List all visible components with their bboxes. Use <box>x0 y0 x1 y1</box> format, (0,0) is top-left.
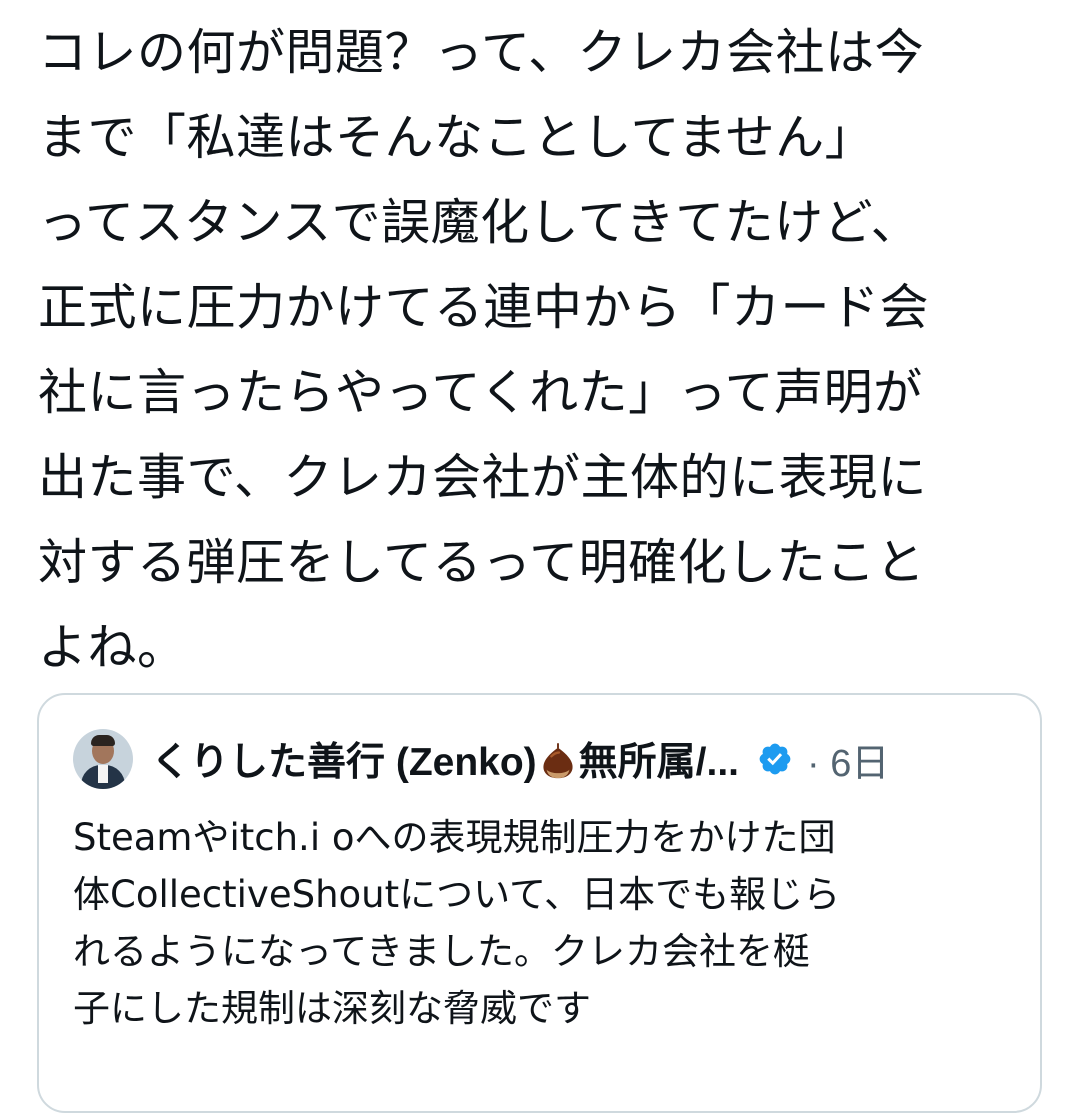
author-name-part1: くりした善行 (Zenko) <box>151 741 537 784</box>
timestamp[interactable]: · 6日 <box>807 732 889 787</box>
post-text: コレの何が問題？って、クレカ会社は今 まで「私達はそんなことしてません」 ってス… <box>38 10 1038 690</box>
chestnut-icon <box>543 743 573 779</box>
post-text-line: 社に言ったらやってくれた」って声明が <box>38 364 923 421</box>
post-text-line: ってスタンスで誤魔化してきてたけど、 <box>38 194 921 251</box>
post-text-line: コレの何が問題？って、クレカ会社は今 <box>38 24 925 81</box>
avatar[interactable] <box>73 729 133 789</box>
post-text-line: 正式に圧力かけてる連中から「カード会 <box>38 279 930 336</box>
quoted-tweet-card[interactable]: くりした善行 (Zenko) 無所属/... · 6日 Steamやitch.i… <box>37 693 1042 1113</box>
quoted-tweet-header: くりした善行 (Zenko) 無所属/... · 6日 <box>73 727 889 791</box>
post-text-line: まで「私達はそんなことしてません」 <box>38 109 875 166</box>
post-text-line: 対する弾圧をしてるって明確化したこと <box>38 534 926 591</box>
quoted-tweet-text: Steamやitch.i oへの表現規制圧力をかけた団 体CollectiveS… <box>73 809 1013 1037</box>
post-text-line: 出た事で、クレカ会社が主体的に表現に <box>38 449 928 506</box>
author-name-part2: 無所属/... <box>578 741 740 784</box>
quoted-text-line: 体CollectiveShoutについて、日本でも報じら <box>73 873 841 916</box>
separator-dot: · <box>807 742 820 785</box>
verified-badge-icon <box>759 743 791 775</box>
author-name[interactable]: くりした善行 (Zenko) 無所属/... <box>151 731 739 787</box>
quoted-text-line: 子にした規制は深刻な脅威です <box>73 987 591 1030</box>
timestamp-text: 6日 <box>830 742 890 785</box>
quoted-text-line: れるようになってきました。クレカ会社を梃 <box>73 930 811 973</box>
post-text-line: よね。 <box>38 619 187 676</box>
quoted-text-line: Steamやitch.i oへの表現規制圧力をかけた団 <box>73 816 836 859</box>
